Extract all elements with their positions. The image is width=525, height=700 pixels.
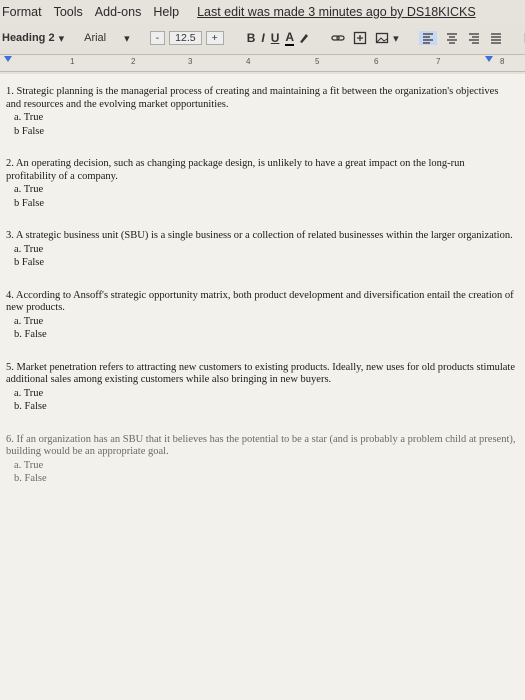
chevron-down-icon: ▾ (393, 32, 399, 45)
style-value: Heading 2 (2, 32, 55, 44)
option-a: a. True (14, 243, 44, 255)
option-a: a. True (14, 112, 44, 123)
ruler-mark: 1 (70, 57, 75, 66)
underline-button[interactable]: U (271, 31, 280, 45)
right-indent-marker[interactable] (485, 56, 493, 62)
link-icon[interactable] (331, 31, 345, 45)
option-b: b. False (14, 473, 47, 484)
toolbar: Heading 2 ▾ Arial ▾ - 12.5 + B I U A ▾ (0, 26, 525, 50)
question-1: 1. Strategic planning is the managerial … (6, 86, 516, 138)
ruler-mark: 5 (315, 57, 320, 66)
screen: Format Tools Add-ons Help Last edit was … (0, 0, 525, 700)
option-b: b False (14, 257, 45, 268)
menu-format[interactable]: Format (2, 5, 42, 19)
option-b: b False (14, 125, 45, 137)
question-text: 5. Market penetration refers to attracti… (6, 361, 516, 386)
question-text: 2. An operating decision, such as changi… (6, 158, 465, 182)
font-value: Arial (84, 32, 107, 44)
menu-bar: Format Tools Add-ons Help Last edit was … (0, 0, 525, 24)
option-a: a. True (14, 315, 44, 327)
image-icon[interactable]: ▾ (375, 31, 399, 45)
highlight-icon[interactable] (297, 31, 311, 45)
decrease-size-button[interactable]: - (149, 31, 166, 45)
question-text: 4. According to Ansoff's strategic oppor… (6, 289, 514, 314)
left-indent-marker[interactable] (4, 56, 12, 62)
font-size-input[interactable]: 12.5 (169, 31, 202, 45)
question-text: 1. Strategic planning is the managerial … (6, 86, 499, 110)
chevron-down-icon: ▾ (124, 32, 130, 45)
ruler[interactable]: 1 2 3 4 5 6 7 8 (0, 54, 525, 72)
style-select[interactable]: Heading 2 ▾ (2, 32, 64, 45)
ruler-mark: 2 (131, 57, 136, 66)
question-text: 6. If an organization has an SBU that it… (6, 433, 516, 458)
font-size-control: - 12.5 + (149, 31, 224, 45)
document-body[interactable]: 1. Strategic planning is the managerial … (6, 86, 516, 506)
question-4: 4. According to Ansoff's strategic oppor… (6, 290, 516, 342)
italic-button[interactable]: I (261, 31, 264, 45)
option-a: a. True (14, 184, 44, 195)
question-2: 2. An operating decision, such as changi… (6, 158, 516, 210)
option-a: a. True (14, 387, 44, 399)
option-b: b False (14, 197, 45, 209)
ruler-mark: 3 (188, 57, 193, 66)
last-edit-link[interactable]: Last edit was made 3 minutes ago by DS18… (197, 5, 476, 19)
menu-tools[interactable]: Tools (54, 5, 83, 19)
question-3: 3. A strategic business unit (SBU) is a … (6, 230, 516, 270)
question-5: 5. Market penetration refers to attracti… (6, 362, 516, 414)
ruler-mark: 6 (374, 57, 379, 66)
question-6: 6. If an organization has an SBU that it… (6, 434, 516, 486)
menu-help[interactable]: Help (153, 5, 179, 19)
align-left-icon[interactable] (418, 31, 437, 45)
align-justify-icon[interactable] (489, 31, 503, 45)
ruler-mark: 8 (500, 57, 505, 66)
ruler-mark: 4 (246, 57, 251, 66)
option-b: b. False (14, 401, 47, 412)
comment-icon[interactable] (353, 31, 367, 45)
option-a: a. True (14, 459, 44, 471)
menu-addons[interactable]: Add-ons (95, 5, 142, 19)
align-center-icon[interactable] (445, 31, 459, 45)
text-color-button[interactable]: A (285, 30, 295, 46)
bold-button[interactable]: B (247, 31, 256, 45)
align-right-icon[interactable] (467, 31, 481, 45)
chevron-down-icon: ▾ (58, 32, 65, 45)
option-b: b. False (14, 329, 47, 340)
ruler-mark: 7 (436, 57, 441, 66)
question-text: 3. A strategic business unit (SBU) is a … (6, 230, 513, 241)
font-select[interactable]: Arial ▾ (84, 32, 130, 45)
increase-size-button[interactable]: + (205, 31, 224, 45)
